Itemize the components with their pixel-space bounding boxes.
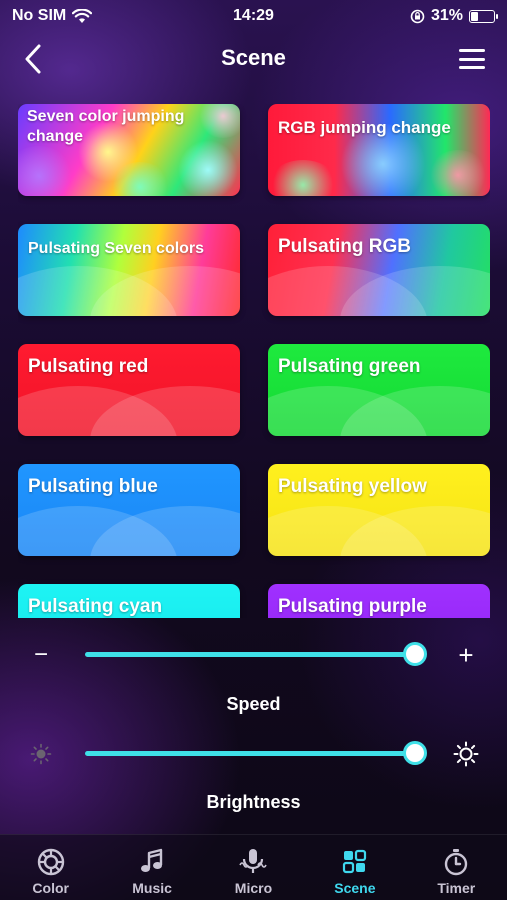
battery-fill	[471, 11, 478, 21]
music-note-icon	[137, 847, 167, 877]
sun-dim-icon	[30, 743, 52, 765]
scene-label: Pulsating green	[278, 356, 421, 377]
scene-card-pulsating-blue[interactable]: Pulsating blue	[18, 464, 240, 556]
tab-timer[interactable]: Timer	[406, 835, 507, 900]
tab-label: Color	[32, 880, 69, 896]
tab-label: Scene	[334, 880, 376, 896]
brightness-slider-track[interactable]	[85, 751, 415, 756]
speed-decrease-button[interactable]: −	[26, 640, 56, 670]
tab-label: Timer	[437, 880, 476, 896]
scene-card-seven-color-jumping[interactable]: Seven color jumping change	[18, 104, 240, 196]
scene-card-pulsating-purple[interactable]: Pulsating purple	[268, 584, 490, 618]
orientation-lock-icon	[410, 9, 425, 23]
battery-percent: 31%	[430, 7, 463, 24]
bubble	[18, 146, 74, 196]
status-left: No SIM	[12, 7, 93, 25]
status-bar: No SIM 14:29 31%	[0, 0, 507, 32]
tab-label: Music	[132, 880, 172, 896]
scene-label: Seven color jumping change	[27, 108, 185, 145]
timer-icon	[441, 847, 471, 877]
scene-label: Pulsating purple	[278, 596, 427, 617]
tab-color[interactable]: Color	[0, 835, 101, 900]
tab-micro[interactable]: Micro	[203, 835, 304, 900]
microphone-icon	[238, 847, 268, 877]
speed-increase-button[interactable]: +	[451, 640, 481, 670]
menu-icon-bar	[459, 66, 485, 69]
scene-label: Pulsating cyan	[28, 596, 163, 617]
sun-bright-icon	[453, 741, 479, 767]
scene-label: Pulsating RGB	[278, 236, 412, 257]
back-button[interactable]	[18, 42, 48, 76]
chevron-left-icon	[25, 44, 41, 74]
scene-grid-icon	[340, 847, 370, 877]
brightness-slider-thumb[interactable]	[403, 741, 427, 765]
color-wheel-icon	[36, 847, 66, 877]
tab-bar: Color Music Micro Scene Timer	[0, 834, 507, 900]
bubble	[428, 150, 488, 196]
menu-icon-bar	[459, 57, 485, 61]
scene-list[interactable]: Seven color jumping change RGB jumping c…	[18, 104, 490, 618]
tab-music[interactable]: Music	[102, 835, 203, 900]
status-right: 31%	[410, 7, 498, 25]
minus-icon: −	[33, 641, 48, 668]
brightness-low-icon[interactable]	[26, 739, 56, 769]
scene-card-pulsating-yellow[interactable]: Pulsating yellow	[268, 464, 490, 556]
scene-card-pulsating-red[interactable]: Pulsating red	[18, 344, 240, 436]
scene-card-rgb-jumping[interactable]: RGB jumping change	[268, 104, 490, 196]
scene-card-pulsating-rgb[interactable]: Pulsating RGB	[268, 224, 490, 316]
wifi-icon	[72, 8, 93, 23]
scene-label: Pulsating red	[28, 356, 149, 377]
speed-slider-track[interactable]	[85, 652, 415, 657]
brightness-high-icon[interactable]	[451, 739, 481, 769]
menu-icon	[459, 49, 485, 52]
brightness-slider-row	[0, 734, 507, 774]
carrier-text: No SIM	[12, 7, 67, 24]
plus-icon: +	[458, 639, 474, 670]
scene-card-pulsating-green[interactable]: Pulsating green	[268, 344, 490, 436]
controls-panel: − + Speed Brightness	[0, 618, 507, 834]
header: Scene	[0, 32, 507, 84]
tab-scene[interactable]: Scene	[304, 835, 405, 900]
speed-label: Speed	[226, 694, 281, 714]
tab-label: Micro	[234, 880, 273, 896]
menu-button[interactable]	[457, 46, 487, 72]
speed-slider-thumb[interactable]	[403, 642, 427, 666]
battery-icon	[469, 9, 498, 23]
brightness-label: Brightness	[206, 792, 301, 812]
scene-label: RGB jumping change	[278, 118, 451, 137]
scene-label: Pulsating yellow	[278, 476, 427, 497]
page-title: Scene	[221, 45, 286, 70]
scene-card-pulsating-seven-colors[interactable]: Pulsating Seven colors	[18, 224, 240, 316]
scene-label: Pulsating Seven colors	[28, 240, 205, 257]
scene-card-pulsating-cyan[interactable]: Pulsating cyan	[18, 584, 240, 618]
speed-slider-row: − +	[0, 635, 507, 675]
bubble	[268, 160, 338, 196]
bubble	[178, 140, 238, 196]
scene-label: Pulsating blue	[28, 476, 158, 497]
